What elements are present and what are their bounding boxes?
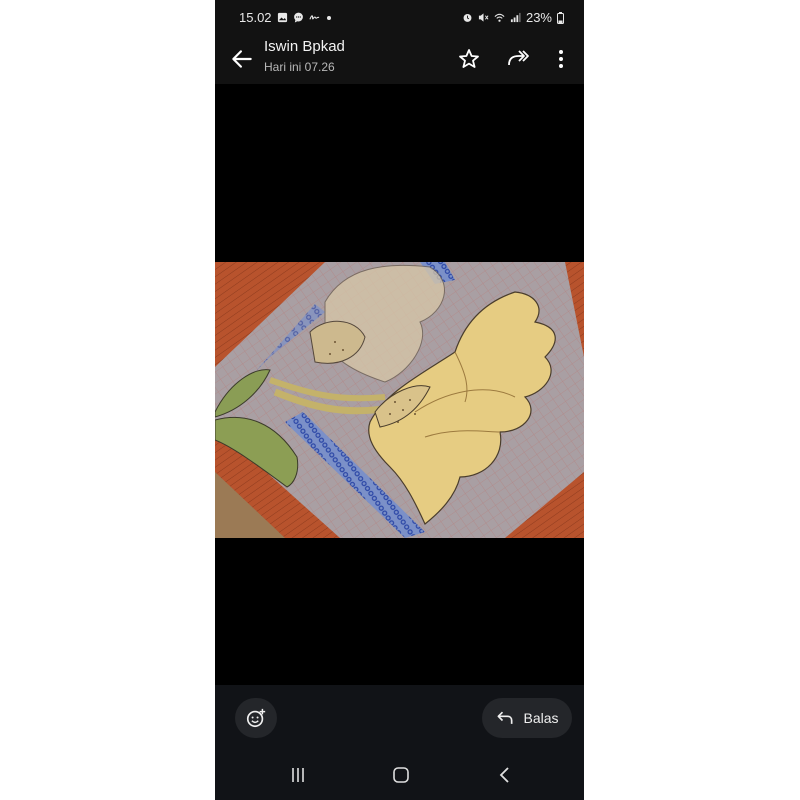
forward-icon[interactable] [506, 47, 530, 71]
status-right: 23% [462, 10, 564, 25]
sender-name: Iswin Bpkad [264, 38, 345, 55]
status-bar: 15.02 23% [215, 0, 584, 34]
wifi-icon [494, 13, 505, 22]
reply-label: Balas [523, 710, 559, 726]
home-icon[interactable] [391, 765, 411, 785]
signature-icon [308, 15, 319, 20]
star-icon[interactable] [457, 47, 481, 71]
signal-icon [510, 12, 521, 23]
viewer-header: Iswin Bpkad Hari ini 07.26 [215, 34, 584, 84]
chat-icon [293, 12, 303, 23]
status-time: 15.02 [239, 10, 272, 25]
emoji-react-button[interactable] [235, 698, 277, 738]
more-options-icon[interactable] [549, 47, 573, 71]
recents-icon[interactable] [288, 765, 308, 785]
alarm-icon [463, 14, 472, 22]
mute-icon [478, 13, 489, 22]
reply-button[interactable]: Balas [482, 698, 572, 738]
reply-arrow-icon [497, 711, 513, 724]
battery-icon [557, 11, 564, 24]
gallery-icon [277, 12, 287, 23]
phone-screen: 15.02 23% Iswin Bpkad Hari ini 07.26 Bal… [215, 0, 584, 800]
fabric-photo-image [215, 262, 584, 538]
dot-icon [326, 15, 331, 20]
back-icon[interactable] [495, 765, 515, 785]
battery-percent: 23% [525, 10, 552, 25]
back-arrow-icon[interactable] [229, 46, 255, 72]
emoji-add-icon [246, 708, 266, 728]
shared-photo[interactable] [215, 262, 584, 538]
viewer-footer: Balas [215, 685, 584, 800]
status-left: 15.02 [239, 10, 333, 25]
message-timestamp: Hari ini 07.26 [264, 60, 335, 74]
